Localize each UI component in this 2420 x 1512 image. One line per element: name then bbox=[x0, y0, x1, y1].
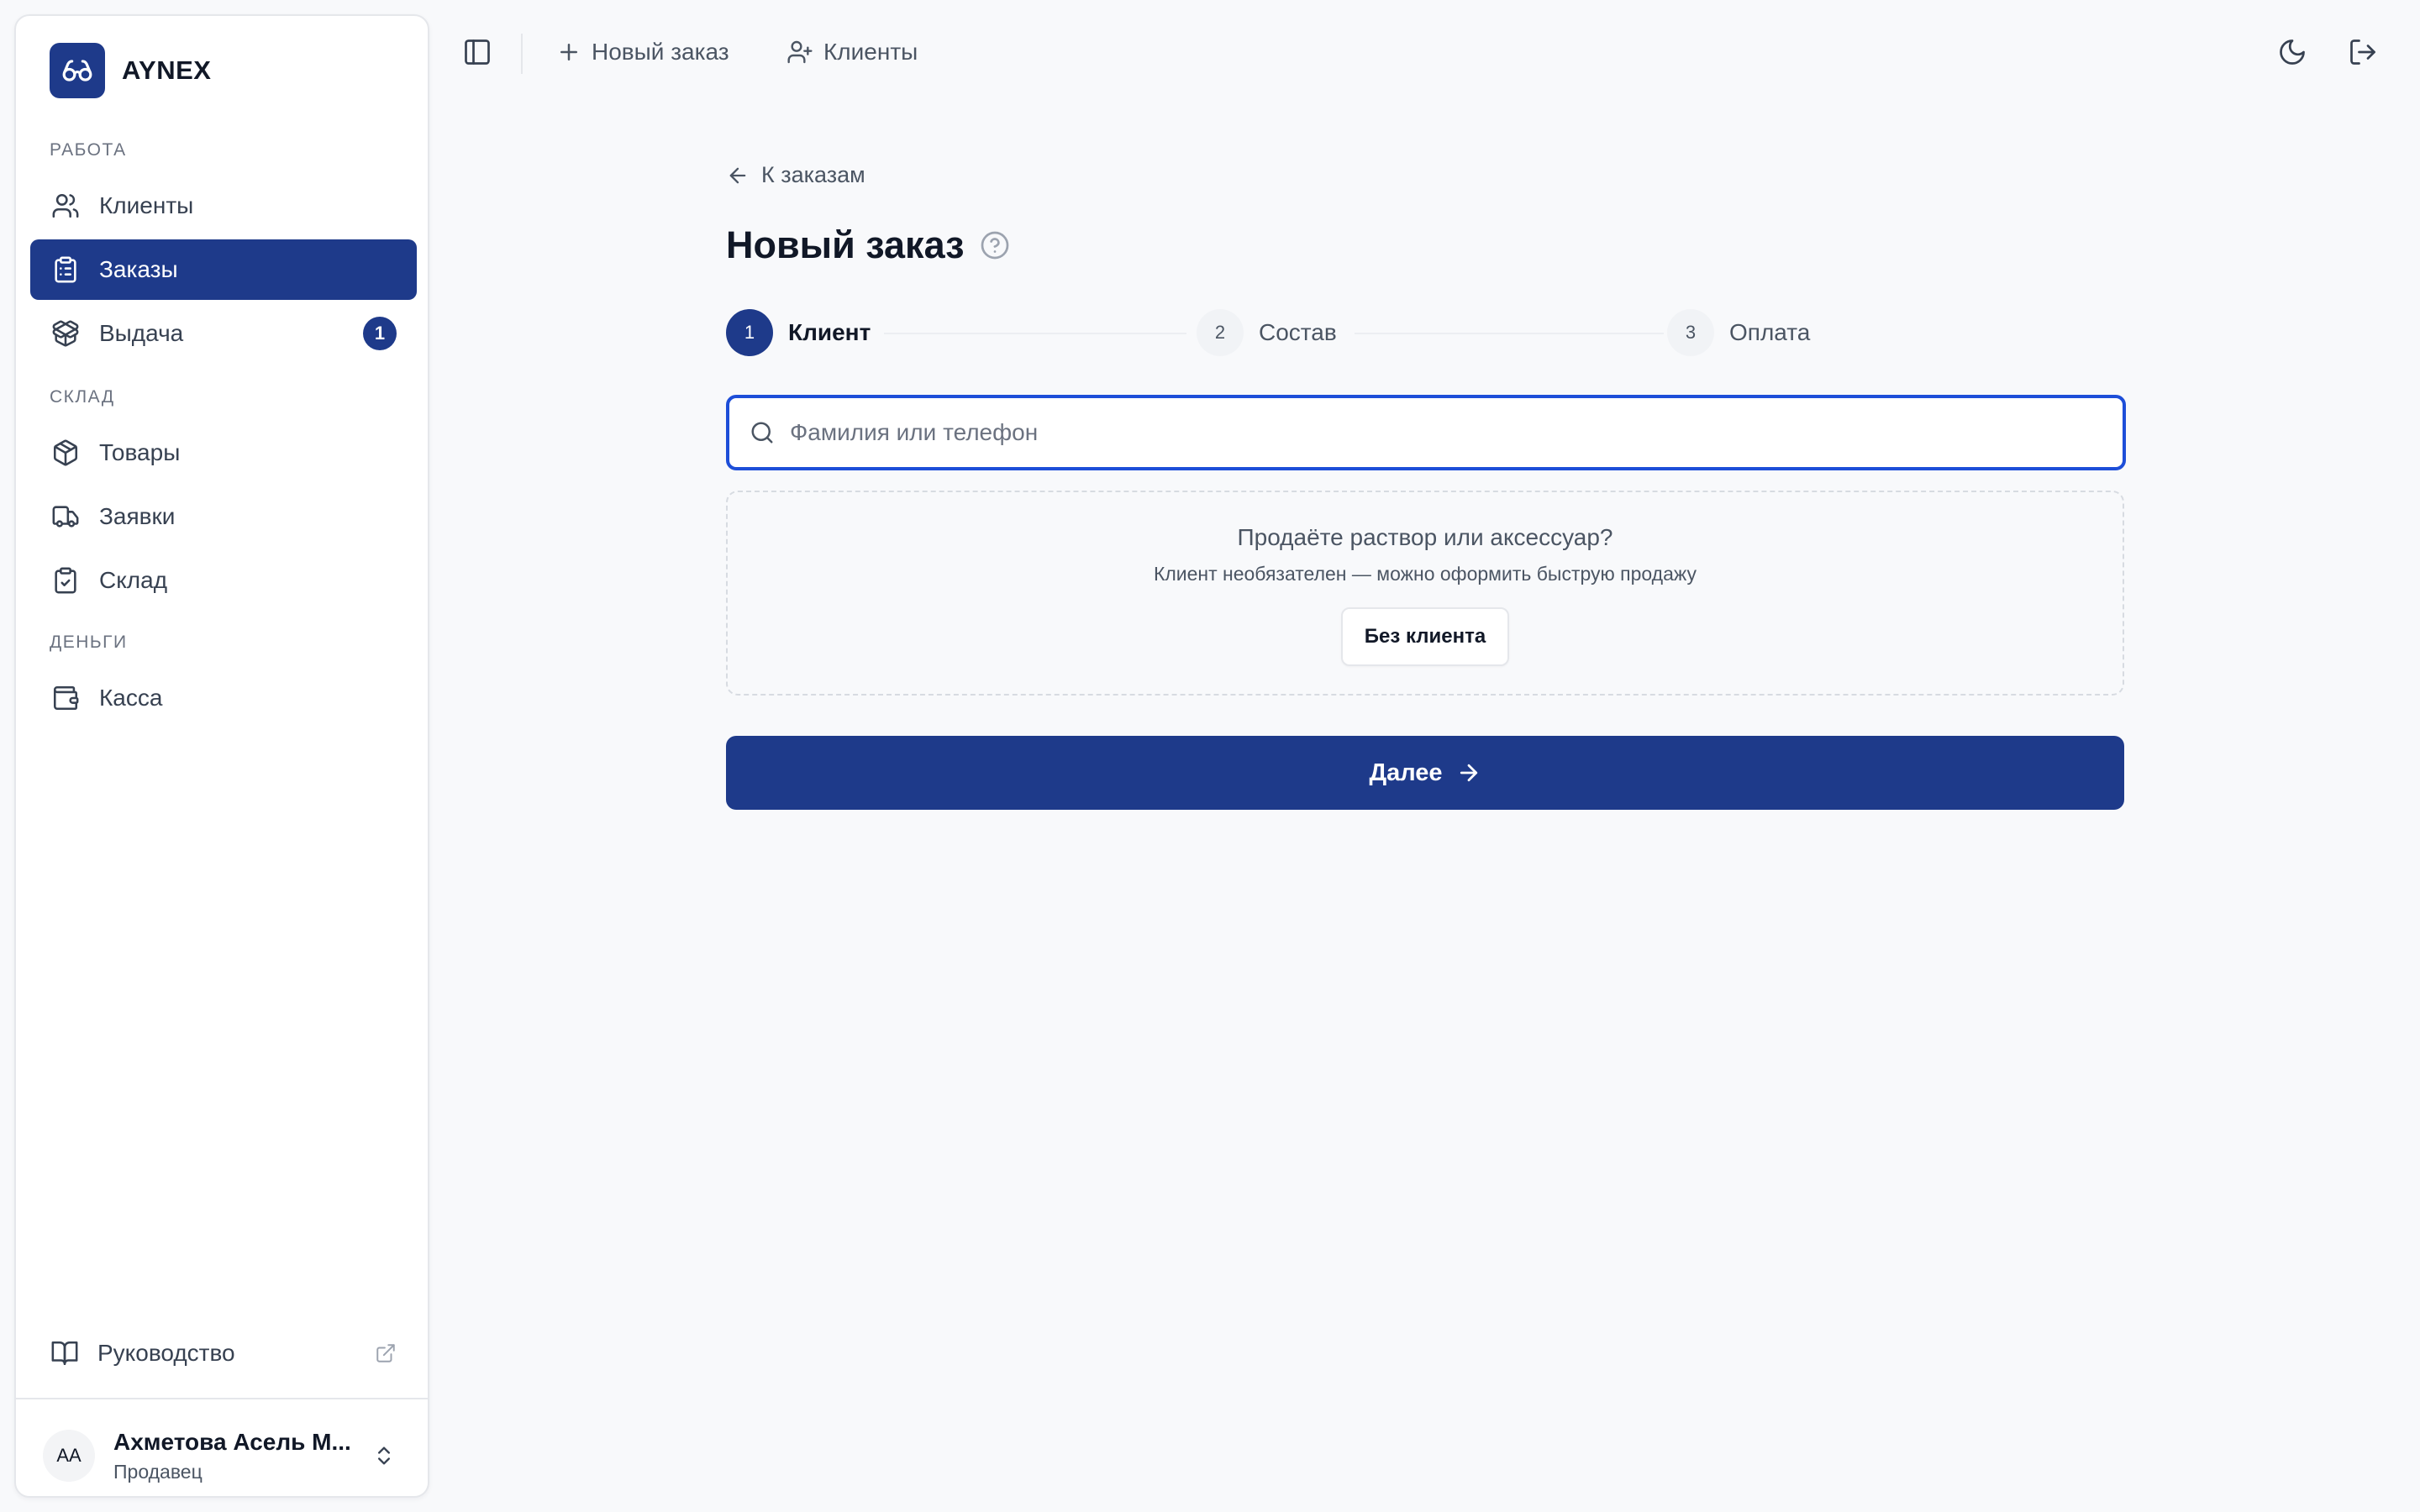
step-number: 3 bbox=[1667, 309, 1714, 356]
next-button[interactable]: Далее bbox=[726, 736, 2124, 810]
truck-icon bbox=[50, 501, 81, 532]
sidebar-item-pickup[interactable]: Выдача 1 bbox=[30, 303, 417, 364]
user-plus-icon bbox=[786, 39, 813, 66]
wallet-icon bbox=[50, 683, 81, 713]
sidebar-item-clients[interactable]: Клиенты bbox=[30, 176, 417, 236]
moon-icon bbox=[2277, 37, 2307, 67]
page-title: Новый заказ bbox=[726, 223, 965, 266]
sidebar-item-products[interactable]: Товары bbox=[30, 423, 417, 483]
step-label: Состав bbox=[1259, 319, 1337, 345]
new-order-button[interactable]: Новый заказ bbox=[556, 39, 729, 66]
logout-button[interactable] bbox=[2348, 37, 2378, 67]
help-circle-icon[interactable] bbox=[980, 230, 1010, 260]
sidebar-item-guide[interactable]: Руководство bbox=[30, 1323, 417, 1383]
clipboard-list-icon bbox=[50, 255, 81, 285]
step-number: 1 bbox=[726, 309, 773, 356]
toolbar-divider bbox=[521, 34, 523, 74]
users-icon bbox=[50, 191, 81, 221]
log-out-icon bbox=[2348, 37, 2378, 67]
sidebar-item-orders[interactable]: Заказы bbox=[30, 239, 417, 300]
quick-sale-title: Продаёте раствор или аксессуар? bbox=[1237, 524, 1613, 550]
user-role: Продавец bbox=[113, 1460, 203, 1483]
sidebar-divider bbox=[16, 1398, 428, 1399]
stepper-connector bbox=[884, 333, 1186, 334]
step-label: Клиент bbox=[788, 319, 871, 345]
client-search-box[interactable] bbox=[726, 395, 2126, 470]
chevrons-up-down-icon bbox=[372, 1444, 396, 1467]
user-menu[interactable]: АА Ахметова Асель М... Продавец bbox=[43, 1424, 404, 1488]
client-search-input[interactable] bbox=[790, 398, 2123, 467]
panel-left-icon bbox=[462, 37, 492, 67]
external-link-icon bbox=[375, 1342, 397, 1364]
book-open-icon bbox=[50, 1339, 79, 1368]
glasses-icon bbox=[50, 43, 105, 98]
user-name: Ахметова Асель М... bbox=[113, 1428, 351, 1455]
brand[interactable]: AYNEX bbox=[50, 43, 211, 98]
sidebar-item-warehouse[interactable]: Склад bbox=[30, 550, 417, 611]
new-order-label: Новый заказ bbox=[592, 39, 729, 65]
quick-sale-subtitle: Клиент необязателен — можно оформить быс… bbox=[1153, 563, 1697, 585]
sidebar-item-label: Касса bbox=[99, 685, 163, 711]
arrow-left-icon bbox=[726, 164, 750, 187]
back-to-orders-link[interactable]: К заказам bbox=[726, 162, 865, 188]
no-client-button[interactable]: Без клиента bbox=[1340, 607, 1510, 666]
sidebar-item-requests[interactable]: Заявки bbox=[30, 486, 417, 547]
theme-toggle-button[interactable] bbox=[2277, 37, 2307, 67]
step-payment[interactable]: 3 Оплата bbox=[1667, 309, 1810, 356]
sidebar-item-label: Клиенты bbox=[99, 192, 194, 218]
sidebar-item-label: Выдача bbox=[99, 320, 184, 346]
sidebar-item-label: Товары bbox=[99, 439, 181, 465]
back-label: К заказам bbox=[761, 162, 865, 187]
search-icon bbox=[750, 420, 775, 445]
step-composition[interactable]: 2 Состав bbox=[1197, 309, 1337, 356]
stepper-connector bbox=[1355, 333, 1664, 334]
sidebar-item-cashbox[interactable]: Касса bbox=[30, 668, 417, 728]
sidebar-item-label: Склад bbox=[99, 567, 168, 593]
clipboard-check-icon bbox=[50, 565, 81, 596]
section-label-work: РАБОТА bbox=[50, 140, 127, 160]
step-label: Оплата bbox=[1729, 319, 1811, 345]
toggle-sidebar-button[interactable] bbox=[462, 37, 492, 67]
brand-name: AYNEX bbox=[122, 55, 212, 85]
step-client[interactable]: 1 Клиент bbox=[726, 309, 871, 356]
next-label: Далее bbox=[1369, 759, 1443, 786]
sidebar-item-label: Заказы bbox=[99, 256, 178, 282]
sidebar-item-label: Заявки bbox=[99, 503, 176, 529]
package-icon bbox=[50, 438, 81, 468]
sidebar-item-label: Руководство bbox=[97, 1340, 235, 1366]
section-label-money: ДЕНЬГИ bbox=[50, 633, 128, 652]
pickup-count-badge: 1 bbox=[363, 317, 397, 350]
sidebar: AYNEX РАБОТА Клиенты Заказы Выдача 1 СКЛ… bbox=[14, 14, 429, 1498]
step-number: 2 bbox=[1197, 309, 1244, 356]
clients-button[interactable]: Клиенты bbox=[786, 39, 918, 66]
arrow-right-icon bbox=[1456, 760, 1481, 785]
section-label-warehouse: СКЛАД bbox=[50, 387, 115, 407]
quick-sale-panel: Продаёте раствор или аксессуар? Клиент н… bbox=[726, 491, 2124, 696]
package-open-icon bbox=[50, 318, 81, 349]
avatar: АА bbox=[43, 1430, 95, 1482]
clients-label: Клиенты bbox=[823, 39, 918, 65]
plus-icon bbox=[556, 39, 581, 65]
